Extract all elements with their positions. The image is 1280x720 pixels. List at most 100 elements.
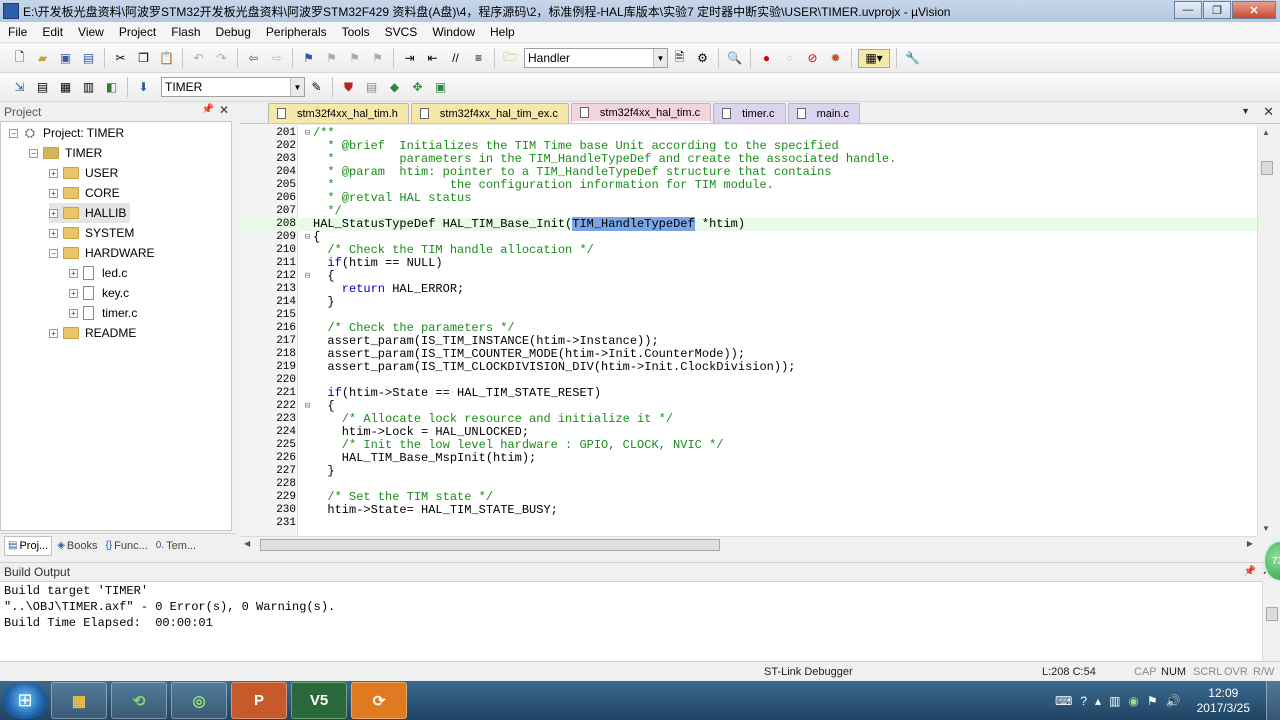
code-line[interactable]: 227 } (240, 465, 1257, 478)
find-icon[interactable]: 🗎 (670, 49, 689, 68)
configure-icon[interactable]: 🔧 (903, 49, 922, 68)
tree-group-hallib[interactable]: + HALLIB (49, 203, 131, 223)
expand-icon[interactable]: + (49, 188, 58, 198)
tree-node-target[interactable]: − TIMER (29, 143, 102, 163)
editor-horizontal-scrollbar[interactable]: ◀ ▶ (240, 536, 1257, 553)
code-line[interactable]: 231 (240, 517, 1257, 530)
expand-icon[interactable]: + (49, 168, 58, 178)
scroll-up-icon[interactable]: ▲ (1262, 128, 1270, 137)
fold-toggle-icon[interactable]: ⊟ (303, 231, 312, 244)
editor-vertical-scrollbar[interactable]: ▲ ▼ (1257, 125, 1275, 536)
tab-stm32f4xx-hal-tim-h[interactable]: stm32f4xx_hal_tim.h (268, 103, 409, 123)
tab-timer-c[interactable]: timer.c (713, 103, 786, 123)
taskbar-app-green[interactable]: ⟲ (111, 682, 167, 719)
code-line[interactable]: 221 if(htim->State == HAL_TIM_STATE_RESE… (240, 387, 1257, 400)
build-output-scrollbar[interactable] (1262, 581, 1280, 661)
clock[interactable]: 12:09 2017/3/25 (1197, 686, 1250, 716)
code-editor[interactable]: 201 ⊟/** 202 * @brief Initializes the TIM … (240, 125, 1257, 536)
app-tray-icon[interactable]: ◉ (1128, 694, 1138, 708)
code-line[interactable]: 226 HAL_TIM_Base_MspInit(htim); (240, 452, 1257, 465)
help-icon[interactable]: ? (1080, 694, 1087, 708)
bookmark-icon[interactable]: ⚑ (299, 49, 318, 68)
pack-installer-icon[interactable]: ✥ (408, 78, 427, 97)
expand-icon[interactable]: + (69, 308, 78, 318)
scroll-down-icon[interactable]: ▼ (1262, 524, 1270, 533)
nav-forward-icon[interactable]: ⇨ (267, 49, 286, 68)
code-line[interactable]: 208 HAL_StatusTypeDef HAL_TIM_Base_Init(T… (240, 217, 1257, 231)
breakpoint-disabled-icon[interactable]: ○ (780, 49, 799, 68)
tree-group-core[interactable]: + CORE (49, 183, 120, 203)
breakpoint-icon[interactable]: ● (757, 49, 776, 68)
flag-icon[interactable]: ⚑ (1147, 694, 1158, 708)
close-tab-icon[interactable]: ✕ (1263, 104, 1274, 120)
tab-list-icon[interactable]: ▼ (1241, 106, 1250, 116)
expand-icon[interactable]: + (69, 268, 78, 278)
tree-group-user[interactable]: + USER (49, 163, 118, 183)
tab-functions[interactable]: {} Func... (102, 536, 150, 556)
tree-group-hardware[interactable]: − HARDWARE (49, 243, 155, 263)
indent-icon[interactable]: ⇥ (400, 49, 419, 68)
taskbar-explorer[interactable]: ▦ (51, 682, 107, 719)
fold-toggle-icon[interactable]: ⊟ (303, 127, 312, 140)
maximize-button[interactable]: ❐ (1203, 1, 1231, 19)
tree-file-led[interactable]: + led.c (69, 263, 127, 283)
batch-build-icon[interactable]: ▥ (79, 78, 98, 97)
tab-stm32f4xx-hal-tim-c[interactable]: stm32f4xx_hal_tim.c (570, 103, 712, 123)
start-button[interactable]: ⊞ (3, 682, 47, 719)
expand-icon[interactable]: + (49, 208, 58, 218)
uncomment-icon[interactable]: ≡ (469, 49, 488, 68)
tree-file-key[interactable]: + key.c (69, 283, 129, 303)
scroll-left-icon[interactable]: ◀ (244, 539, 250, 548)
save-all-icon[interactable]: ▤ (79, 49, 98, 68)
nav-back-icon[interactable]: ⇦ (244, 49, 263, 68)
save-icon[interactable]: ▣ (56, 49, 75, 68)
menu-help[interactable]: Help (482, 25, 522, 39)
show-desktop-button[interactable] (1266, 681, 1280, 720)
scroll-thumb[interactable] (1261, 161, 1273, 175)
disable-breakpoints-icon[interactable]: ⊘ (803, 49, 822, 68)
expand-icon[interactable]: + (49, 328, 58, 338)
menu-svcs[interactable]: SVCS (377, 25, 425, 39)
target-options-icon[interactable]: ✎ (307, 78, 326, 97)
manage-components-icon[interactable]: ⛊ (339, 78, 358, 97)
stop-build-icon[interactable]: ◧ (102, 78, 121, 97)
build-output-pane[interactable]: Build target 'TIMER' "..\OBJ\TIMER.axf" … (0, 581, 1262, 661)
tree-file-timer[interactable]: + timer.c (69, 303, 137, 323)
taskbar-app-recorder[interactable]: ◎ (171, 682, 227, 719)
tree-node-project[interactable]: − ⛭ Project: TIMER (9, 123, 124, 143)
tray-expand-icon[interactable]: ▴ (1095, 694, 1101, 708)
tab-project[interactable]: ▤ Proj... (4, 535, 53, 556)
minimize-button[interactable]: — (1174, 1, 1202, 19)
scroll-thumb[interactable] (260, 539, 720, 551)
code-line[interactable]: 219 assert_param(IS_TIM_CLOCKDIVISION_DI… (240, 361, 1257, 374)
build-icon[interactable]: ▤ (33, 78, 52, 97)
paste-icon[interactable]: 📋 (157, 49, 176, 68)
incremental-find-icon[interactable]: 🔍 (725, 49, 744, 68)
tree-group-readme[interactable]: + README (49, 323, 136, 343)
redo-icon[interactable]: ↷ (212, 49, 231, 68)
window-layout-icon[interactable]: ▦▾ (858, 48, 890, 68)
taskbar-keil[interactable]: V5 (291, 682, 347, 719)
menu-debug[interactable]: Debug (208, 25, 258, 39)
close-button[interactable]: ✕ (1232, 1, 1276, 19)
collapse-icon[interactable]: − (49, 248, 58, 258)
menu-window[interactable]: Window (424, 25, 482, 39)
menu-peripherals[interactable]: Peripherals (258, 25, 334, 39)
collapse-icon[interactable]: − (29, 148, 38, 158)
chevron-down-icon[interactable]: ▼ (653, 49, 667, 67)
volume-icon[interactable]: 🔊 (1166, 694, 1181, 708)
menu-flash[interactable]: Flash (163, 25, 207, 39)
menu-file[interactable]: File (0, 25, 34, 39)
close-icon[interactable]: ✕ (219, 103, 229, 117)
pin-icon[interactable]: 📌 (1244, 566, 1256, 577)
target-select[interactable]: TIMER ▼ (161, 77, 305, 97)
clear-bookmarks-icon[interactable]: ⚑ (368, 49, 387, 68)
select-packs-icon[interactable]: ◆ (385, 78, 404, 97)
kill-breakpoints-icon[interactable]: ✹ (826, 49, 845, 68)
tree-group-system[interactable]: + SYSTEM (49, 223, 134, 243)
tab-books[interactable]: ◈ Books (54, 536, 100, 556)
translate-icon[interactable]: ⇲ (10, 78, 29, 97)
find-in-files-icon[interactable]: 🗁 (501, 49, 520, 68)
expand-icon[interactable]: + (69, 288, 78, 298)
code-line[interactable]: 214 } (240, 296, 1257, 309)
